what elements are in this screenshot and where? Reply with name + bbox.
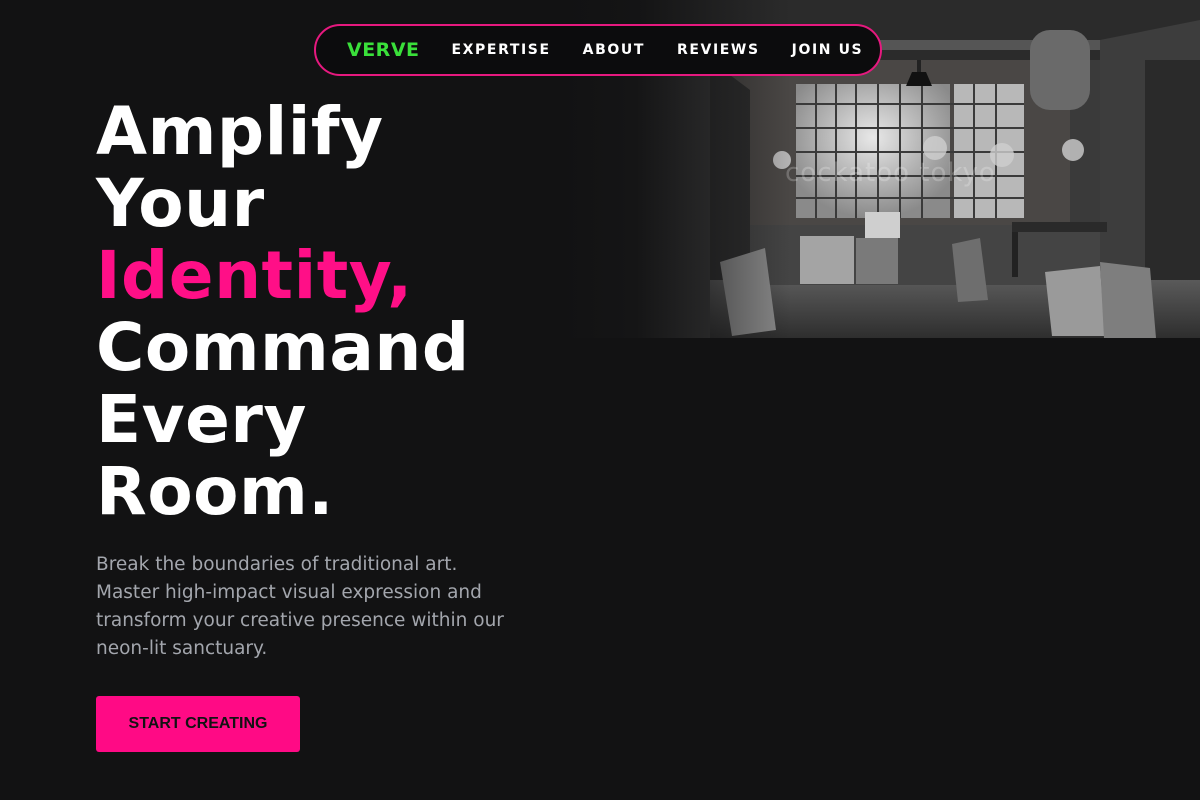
headline-line: Room. <box>96 453 334 530</box>
start-creating-button[interactable]: START CREATING <box>96 696 300 752</box>
hero-headline: Amplify Your Identity, Command Every Roo… <box>96 96 470 528</box>
nav-link-about[interactable]: ABOUT <box>583 42 645 58</box>
hero-description: Break the boundaries of traditional art.… <box>96 554 504 659</box>
headline-accent-line: Identity, <box>96 237 413 314</box>
headline-line: Amplify <box>96 93 384 170</box>
headline-line: Every <box>96 381 307 458</box>
photo-watermark-text: cockatoo tokyo <box>785 158 996 188</box>
headline-line: Command <box>96 309 470 386</box>
main-navigation: VERVE EXPERTISE ABOUT REVIEWS JOIN US <box>314 24 882 76</box>
brand-logo[interactable]: VERVE <box>347 39 420 61</box>
landing-page: cockatoo tokyo VERVE EXPERTISE ABOUT REV… <box>0 0 1200 800</box>
nav-link-reviews[interactable]: REVIEWS <box>677 42 760 58</box>
nav-link-expertise[interactable]: EXPERTISE <box>452 42 551 58</box>
nav-link-join-us[interactable]: JOIN US <box>792 42 864 58</box>
headline-line: Your <box>96 165 265 242</box>
